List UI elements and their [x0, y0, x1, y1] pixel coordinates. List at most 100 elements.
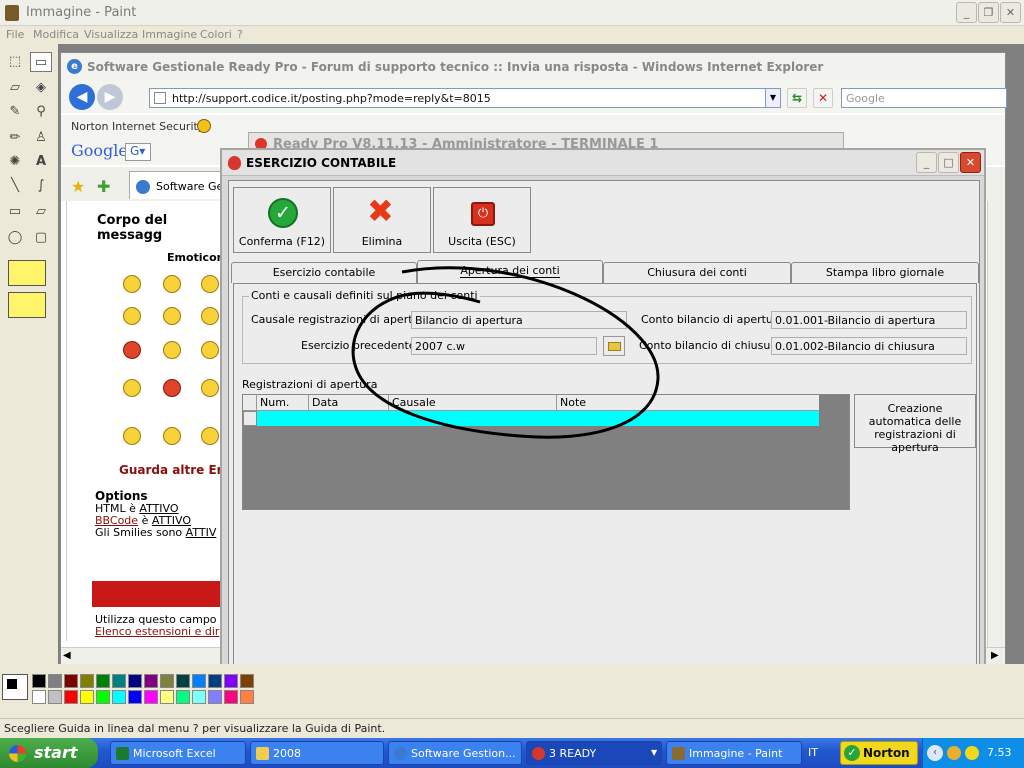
stop-icon[interactable]: ✕: [813, 88, 833, 108]
evil-emoticon-icon[interactable]: [163, 379, 181, 397]
palette-swatch[interactable]: [80, 690, 94, 704]
palette-swatch[interactable]: [144, 690, 158, 704]
conto-apertura-field[interactable]: 0.01.001-Bilancio di apertura: [771, 311, 967, 329]
col-num[interactable]: Num.: [257, 395, 309, 411]
address-dropdown-icon[interactable]: ▼: [765, 88, 781, 108]
start-button[interactable]: start: [0, 738, 98, 768]
palette-swatch[interactable]: [112, 674, 126, 688]
palette-swatch[interactable]: [48, 690, 62, 704]
razz-emoticon-icon[interactable]: [163, 341, 181, 359]
cry-emoticon-icon[interactable]: [123, 379, 141, 397]
free-select-icon[interactable]: ⬚: [4, 52, 26, 72]
refresh-icon[interactable]: ⇆: [787, 88, 807, 108]
palette-swatch[interactable]: [192, 690, 206, 704]
conto-chiusura-field[interactable]: 0.01.002-Bilancio di chiusura: [771, 337, 967, 355]
paint-maximize-button[interactable]: ❐: [978, 2, 999, 23]
palette-swatch[interactable]: [128, 690, 142, 704]
tray-collapse-icon[interactable]: ‹: [927, 745, 943, 761]
menu-immagine[interactable]: Immagine: [142, 28, 197, 41]
taskbar-item-ie[interactable]: Software Gestion...: [388, 741, 522, 765]
menu-help[interactable]: ?: [237, 28, 243, 41]
arrow-emoticon-icon[interactable]: [163, 427, 181, 445]
tab-software-gestionale[interactable]: Software Gest: [129, 171, 229, 199]
palette-swatch[interactable]: [208, 690, 222, 704]
eek-emoticon-icon[interactable]: [123, 307, 141, 325]
taskbar-item-excel[interactable]: Microsoft Excel: [110, 741, 246, 765]
palette-swatch[interactable]: [80, 674, 94, 688]
confirm-button[interactable]: ✓ Conferma (F12): [233, 187, 331, 253]
text-tool-icon[interactable]: A: [30, 152, 52, 172]
confused-emoticon-icon[interactable]: [163, 307, 181, 325]
palette-swatch[interactable]: [144, 674, 158, 688]
scroll-left-icon[interactable]: ◀: [63, 650, 71, 661]
smilies-state-link[interactable]: ATTIV: [186, 526, 217, 539]
twisted-emoticon-icon[interactable]: [201, 379, 219, 397]
color-picker-icon[interactable]: ✎: [4, 102, 26, 122]
dialog-close-button[interactable]: ✕: [960, 152, 981, 173]
sad-emoticon-icon[interactable]: [201, 275, 219, 293]
menu-colori[interactable]: Colori: [200, 28, 232, 41]
transparency-option-opaque-icon[interactable]: [8, 260, 46, 286]
taskbar-item-ready[interactable]: 3 READY ▼: [526, 741, 662, 765]
palette-swatch[interactable]: [64, 674, 78, 688]
forward-arrow-icon[interactable]: ▶: [97, 84, 123, 110]
smile-emoticon-icon[interactable]: [123, 275, 141, 293]
cool-emoticon-icon[interactable]: [201, 307, 219, 325]
magnifier-icon[interactable]: ⚲: [30, 102, 52, 122]
ie-vertical-scrollbar[interactable]: [987, 201, 1005, 647]
palette-swatch[interactable]: [224, 674, 238, 688]
palette-swatch[interactable]: [176, 674, 190, 688]
airbrush-icon[interactable]: ✺: [4, 152, 26, 172]
rectangle-icon[interactable]: ▭: [4, 202, 26, 222]
back-arrow-icon[interactable]: ◀: [69, 84, 95, 110]
menu-visualizza[interactable]: Visualizza: [84, 28, 138, 41]
scroll-right-icon[interactable]: ▶: [991, 650, 999, 661]
palette-swatch[interactable]: [224, 690, 238, 704]
language-indicator[interactable]: IT: [808, 746, 818, 759]
palette-swatch[interactable]: [128, 674, 142, 688]
palette-swatch[interactable]: [192, 674, 206, 688]
auto-create-button[interactable]: Creazione automatica delle registrazioni…: [854, 394, 976, 454]
palette-swatch[interactable]: [160, 690, 174, 704]
fill-bucket-icon[interactable]: ◈: [30, 78, 52, 98]
menu-modifica[interactable]: Modifica: [33, 28, 79, 41]
add-favorites-icon[interactable]: ✚: [97, 177, 110, 196]
tray-security-icon[interactable]: [947, 746, 961, 760]
dialog-minimize-button[interactable]: _: [916, 152, 937, 173]
tab-stampa-libro[interactable]: Stampa libro giornale: [791, 262, 979, 283]
palette-swatch[interactable]: [176, 690, 190, 704]
palette-swatch[interactable]: [32, 690, 46, 704]
question-emoticon-icon[interactable]: [201, 427, 219, 445]
mad-emoticon-icon[interactable]: [123, 341, 141, 359]
norton-globe-icon[interactable]: [197, 119, 211, 133]
ellipse-icon[interactable]: ◯: [4, 228, 26, 248]
search-input[interactable]: Google: [841, 88, 1007, 108]
line-icon[interactable]: ╲: [4, 176, 26, 196]
idea-emoticon-icon[interactable]: [123, 427, 141, 445]
favorites-star-icon[interactable]: ★: [71, 177, 85, 196]
dialog-maximize-button[interactable]: □: [938, 152, 959, 173]
palette-swatch[interactable]: [240, 690, 254, 704]
palette-swatch[interactable]: [64, 690, 78, 704]
more-emoticons-link[interactable]: Guarda altre Em: [119, 463, 229, 477]
palette-swatch[interactable]: [32, 674, 46, 688]
taskbar-item-paint[interactable]: Immagine - Paint: [666, 741, 802, 765]
address-bar[interactable]: http://support.codice.it/posting.php?mod…: [149, 88, 769, 108]
palette-swatch[interactable]: [96, 674, 110, 688]
palette-swatch[interactable]: [96, 690, 110, 704]
curve-icon[interactable]: ∫: [30, 176, 52, 196]
paint-minimize-button[interactable]: _: [956, 2, 977, 23]
embarrassed-emoticon-icon[interactable]: [201, 341, 219, 359]
extensions-link[interactable]: Elenco estensioni e dir: [95, 625, 219, 638]
polygon-icon[interactable]: ▱: [30, 202, 52, 222]
rect-select-icon[interactable]: ▭: [30, 52, 52, 72]
palette-swatch[interactable]: [48, 674, 62, 688]
palette-swatch[interactable]: [112, 690, 126, 704]
delete-button[interactable]: ✖ Elimina: [333, 187, 431, 253]
paint-close-button[interactable]: ✕: [1000, 2, 1021, 23]
norton-tray-button[interactable]: ✓ Norton: [840, 741, 918, 765]
exit-button[interactable]: ⏻ Uscita (ESC): [433, 187, 531, 253]
row-indicator[interactable]: [243, 411, 257, 426]
transparency-option-transparent-icon[interactable]: [8, 292, 46, 318]
tray-norton-icon[interactable]: [965, 746, 979, 760]
